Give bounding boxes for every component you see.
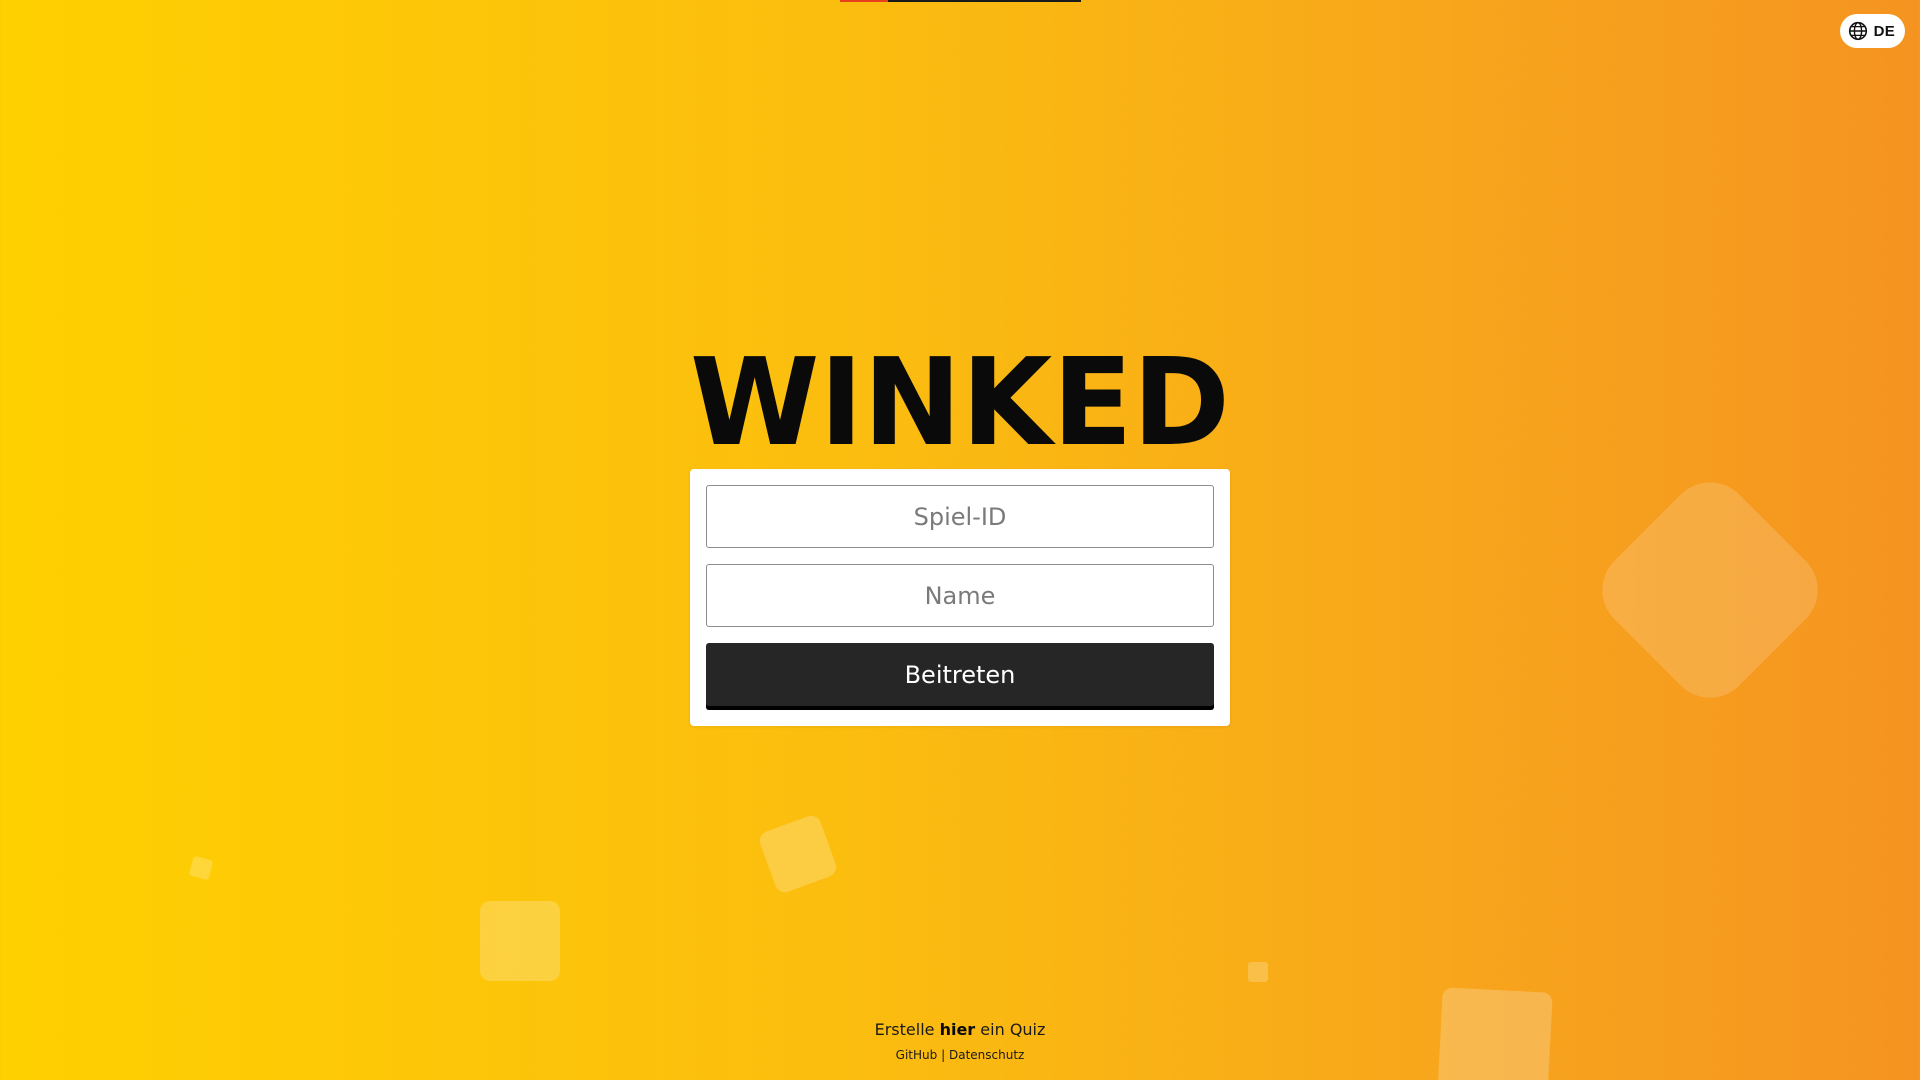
language-switcher[interactable]: DE [1839, 14, 1905, 48]
create-quiz-link[interactable]: hier [940, 1020, 976, 1039]
decorative-shape [756, 812, 840, 896]
decorative-shape [188, 855, 214, 881]
winked-logo: WINKED [690, 354, 1230, 450]
create-quiz-prefix: Erstelle [874, 1020, 935, 1039]
game-id-input[interactable] [706, 485, 1214, 548]
create-quiz-suffix: ein Quiz [980, 1020, 1046, 1039]
github-link[interactable]: GitHub [896, 1048, 938, 1062]
logo-text: WINKED [690, 354, 1230, 450]
privacy-link[interactable]: Datenschutz [949, 1048, 1024, 1062]
name-input[interactable] [706, 564, 1214, 627]
footer-separator: | [941, 1048, 946, 1062]
decorative-shape [1248, 962, 1268, 982]
join-card: Beitreten [690, 469, 1230, 726]
language-code: DE [1873, 22, 1895, 40]
loading-bar [840, 0, 1081, 2]
loading-bar-fill [840, 0, 889, 2]
globe-icon [1848, 21, 1868, 41]
footer-links: GitHub | Datenschutz [0, 1048, 1920, 1062]
decorative-shape [1585, 465, 1835, 715]
decorative-shape [480, 901, 560, 981]
create-quiz-text: Erstelle hier ein Quiz [0, 1020, 1920, 1039]
join-button[interactable]: Beitreten [706, 643, 1214, 710]
